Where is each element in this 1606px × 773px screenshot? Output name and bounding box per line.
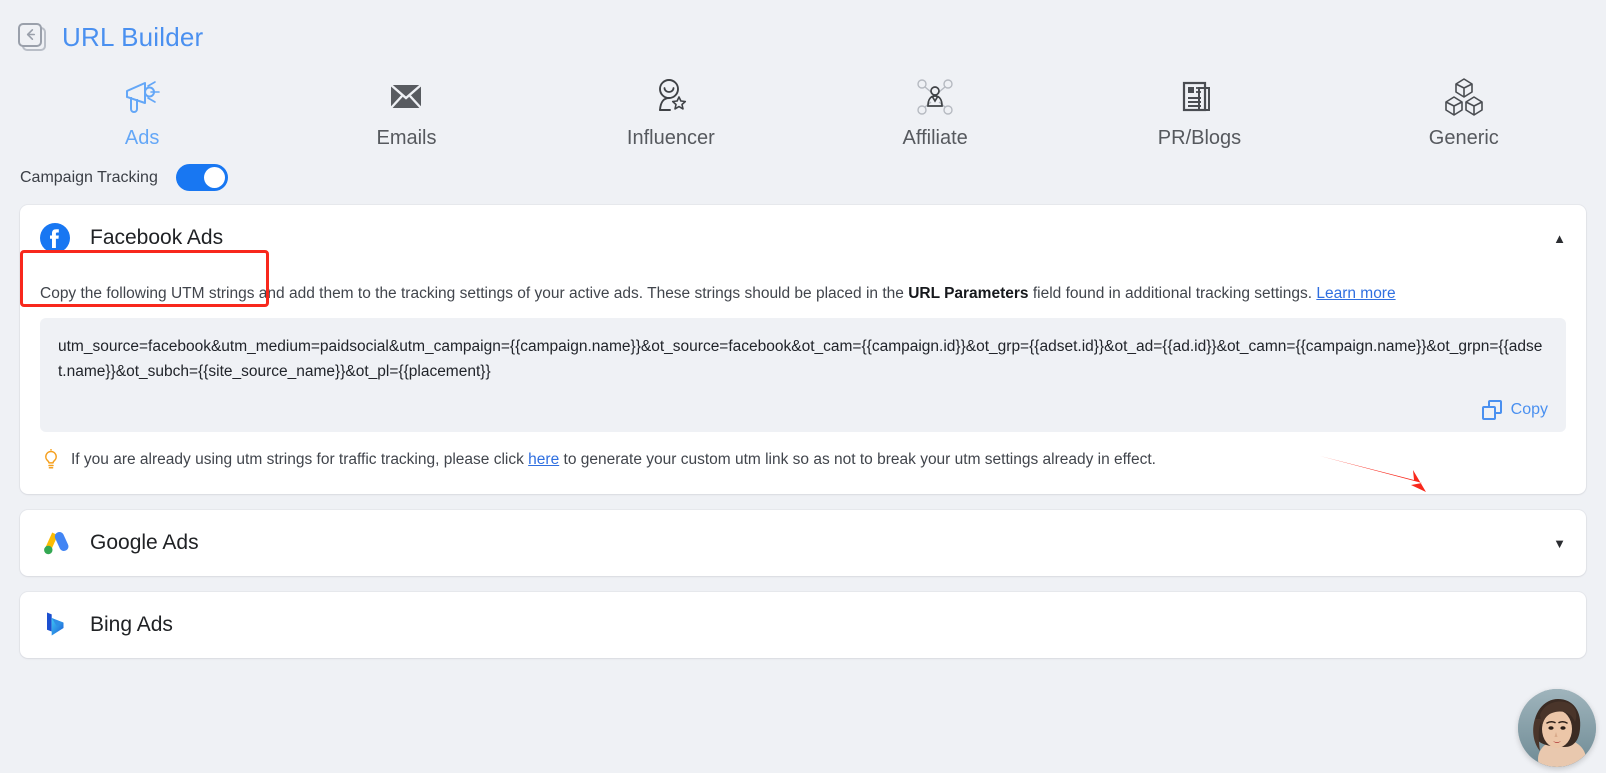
page-header: URL Builder	[0, 0, 1606, 53]
copy-icon-front-sheet	[1481, 406, 1496, 421]
tab-label: Ads	[124, 127, 160, 149]
tab-label: Affiliate	[902, 127, 968, 149]
copy-icon	[1481, 400, 1502, 421]
accordion-google-ads: Google Ads ▼	[20, 510, 1586, 577]
panel-description: Copy the following UTM strings and add t…	[40, 275, 1566, 318]
desc-text-part1: Copy the following UTM strings and add t…	[40, 285, 909, 302]
channel-tabs: Ads Emails Influencer Affiliate PR/Blogs…	[0, 75, 1606, 150]
envelope-icon	[385, 75, 427, 119]
tab-label: Emails	[376, 127, 437, 149]
cubes-icon	[1442, 75, 1486, 119]
chevron-up-icon[interactable]: ▲	[1553, 232, 1566, 245]
lightbulb-icon	[42, 449, 60, 476]
chevron-down-icon[interactable]: ▼	[1553, 537, 1566, 550]
here-link[interactable]: here	[528, 451, 559, 468]
toggle-knob	[203, 167, 225, 188]
back-arrow-icon[interactable]	[18, 22, 48, 53]
tab-label: Generic	[1428, 127, 1499, 149]
utm-hint-row: If you are already using utm strings for…	[40, 432, 1566, 476]
tab-generic[interactable]: Generic	[1332, 75, 1596, 150]
affiliate-network-icon	[913, 75, 957, 119]
tab-influencer[interactable]: Influencer	[539, 75, 803, 150]
arrow-left-glyph	[26, 29, 35, 40]
google-ads-icon	[38, 526, 72, 560]
tab-ads[interactable]: Ads	[10, 75, 274, 150]
accordion-title: Google Ads	[90, 531, 199, 555]
accordion-body-facebook-ads: Copy the following UTM strings and add t…	[20, 271, 1586, 494]
tab-emails[interactable]: Emails	[274, 75, 538, 150]
campaign-tracking-toggle[interactable]	[175, 164, 228, 191]
accordion-facebook-ads: Facebook Ads ▲ Copy the following UTM st…	[20, 205, 1586, 495]
accordion-title: Bing Ads	[90, 613, 173, 637]
copy-row: Copy	[58, 400, 1548, 421]
campaign-tracking-label: Campaign Tracking	[20, 168, 158, 186]
utm-string-text: utm_source=facebook&utm_medium=paidsocia…	[58, 338, 1543, 381]
back-icon-square	[18, 22, 42, 47]
megaphone-icon	[121, 75, 163, 119]
desc-bold-url-parameters: URL Parameters	[908, 285, 1029, 302]
copy-button[interactable]: Copy	[1481, 400, 1548, 421]
newspaper-icon	[1177, 75, 1221, 119]
facebook-icon	[38, 221, 72, 255]
page-title: URL Builder	[62, 22, 204, 52]
url-builder-page: URL Builder Ads Emails Influencer Affili…	[0, 0, 1606, 773]
campaign-tracking-row: Campaign Tracking	[0, 150, 1606, 191]
utm-string-box: utm_source=facebook&utm_medium=paidsocia…	[40, 318, 1566, 433]
utm-hint-text: If you are already using utm strings for…	[71, 448, 1156, 471]
copy-button-label: Copy	[1510, 401, 1548, 419]
accordion-header-google-ads[interactable]: Google Ads ▼	[20, 510, 1586, 576]
influencer-icon	[650, 75, 692, 119]
tab-affiliate[interactable]: Affiliate	[803, 75, 1067, 150]
avatar-image	[1518, 689, 1596, 767]
desc-text-part2: field found in additional tracking setti…	[1028, 285, 1317, 302]
hint-part1: If you are already using utm strings for…	[71, 451, 529, 469]
tab-pr-blogs[interactable]: PR/Blogs	[1067, 75, 1331, 150]
accordion-bing-ads: Bing Ads	[20, 592, 1586, 659]
bing-icon	[38, 608, 72, 642]
hint-part2: to generate your custom utm link so as n…	[559, 451, 1156, 469]
accordion-header-bing-ads[interactable]: Bing Ads	[20, 592, 1586, 658]
tab-label: Influencer	[626, 127, 715, 149]
tab-label: PR/Blogs	[1157, 127, 1242, 149]
avatar-chat-launcher[interactable]	[1518, 689, 1596, 767]
accordion-title: Facebook Ads	[90, 226, 224, 249]
learn-more-link[interactable]: Learn more	[1316, 285, 1395, 302]
accordion-header-facebook-ads[interactable]: Facebook Ads ▲	[20, 205, 1586, 271]
